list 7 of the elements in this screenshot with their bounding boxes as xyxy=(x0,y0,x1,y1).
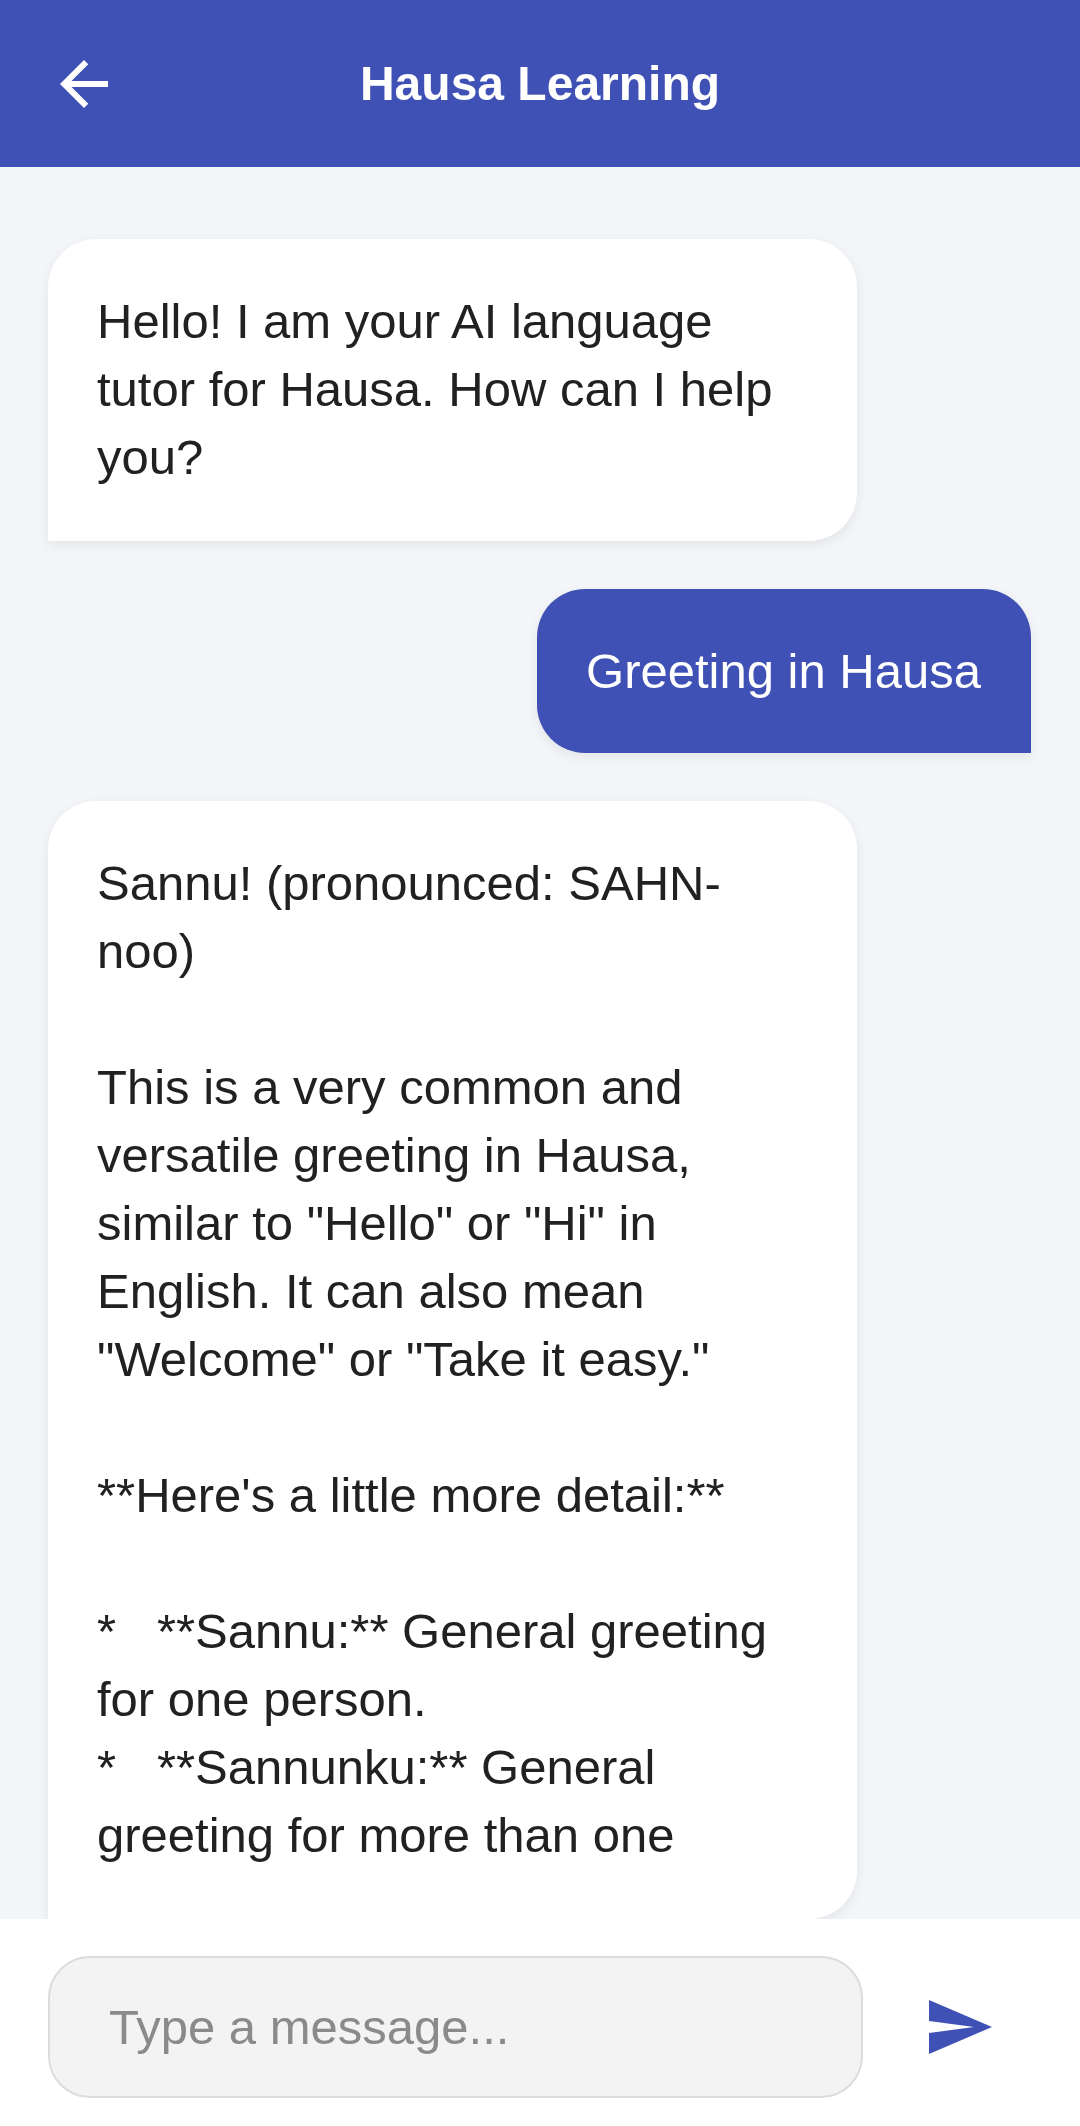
message-text: Greeting in Hausa xyxy=(586,643,981,700)
paper-plane-icon[interactable] xyxy=(929,2000,992,2054)
message-text: Sannu! (pronounced: SAHN-noo) This is a very common and versatile greeting in Hausa, similar to "Hello" or "Hi" in English. It can also mean "Welcome" or "Take it easy." **Here's a little more detail:** * **Sannu:** General greeting for one person. * **Sannunku:** General greeting for more than one xyxy=(97,855,769,1864)
left-arrow-icon[interactable] xyxy=(60,59,108,108)
message-input[interactable]: Type a message... xyxy=(48,1956,863,2098)
message-text: Hello! I am your AI language tutor for Hausa. How can I help you? xyxy=(97,293,774,486)
app-title: Hausa Learning xyxy=(359,55,721,112)
